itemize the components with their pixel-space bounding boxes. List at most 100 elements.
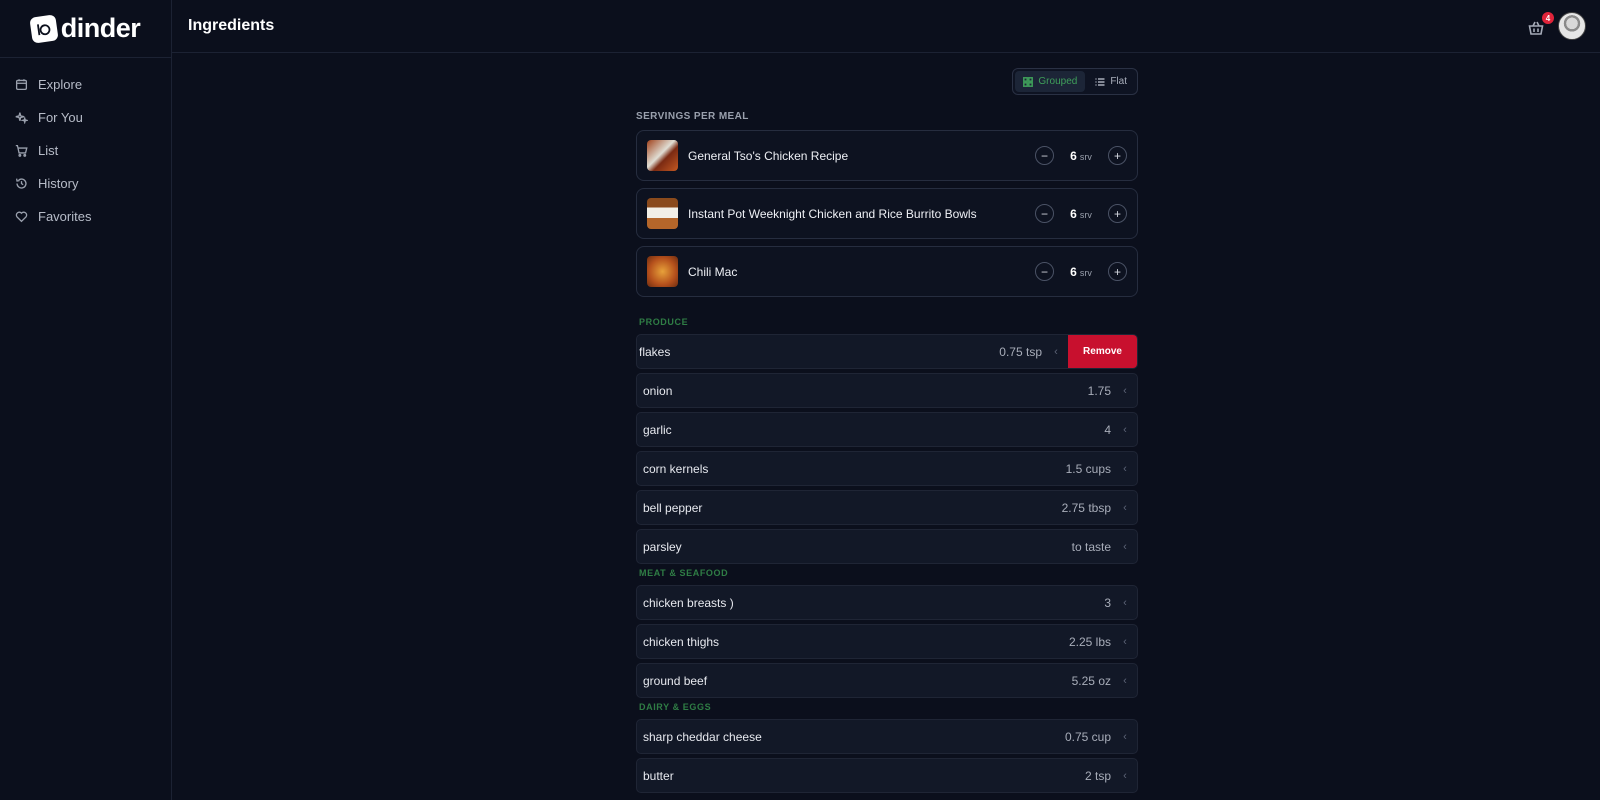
- ingredient-amount: to taste: [1071, 539, 1111, 554]
- increase-servings-button[interactable]: +: [1108, 204, 1127, 223]
- decrease-servings-button[interactable]: −: [1035, 146, 1054, 165]
- decrease-servings-button[interactable]: −: [1035, 262, 1054, 281]
- chevron-left-icon: ‹: [1054, 345, 1058, 358]
- category-label-produce: PRODUCE: [639, 317, 689, 327]
- ingredient-row[interactable]: garlic 4 ‹: [636, 412, 1138, 447]
- ingredient-row[interactable]: onion 1.75 ‹: [636, 373, 1138, 408]
- ingredient-name: sharp cheddar cheese: [643, 729, 762, 744]
- servings-value: 6 srv: [1062, 149, 1100, 163]
- ingredient-name: chicken breasts ): [643, 595, 734, 610]
- flat-label: Flat: [1110, 76, 1127, 87]
- ingredients-panel: Grouped Flat SERVINGS PER MEAL General T…: [636, 68, 1138, 797]
- remove-ingredient-button[interactable]: Remove: [1068, 335, 1137, 368]
- chevron-left-icon: ‹: [1123, 596, 1127, 609]
- ingredient-amount: 4: [1104, 422, 1111, 437]
- brand-name: dinder: [60, 13, 141, 43]
- servings-stepper: − 6 srv +: [1035, 204, 1127, 223]
- servings-count: 6: [1070, 264, 1077, 279]
- ingredient-amount: 1.75: [1087, 383, 1111, 398]
- ingredient-row[interactable]: chicken thighs 2.25 lbs ‹: [636, 624, 1138, 659]
- ingredient-row[interactable]: butter 2 tsp ‹: [636, 758, 1138, 793]
- ingredient-amount: 2 tsp: [1084, 768, 1111, 783]
- view-toggle: Grouped Flat: [1012, 68, 1138, 95]
- category-label-meat-seafood: MEAT & SEAFOOD: [639, 568, 729, 578]
- heart-icon: [15, 211, 28, 223]
- sidebar-nav: Explore For You List History Favorites: [0, 58, 171, 233]
- chevron-left-icon: ‹: [1123, 423, 1127, 436]
- recipe-name: Chili Mac: [688, 264, 738, 279]
- view-toggle-wrap: Grouped Flat: [636, 68, 1138, 95]
- recipe-thumbnail: [647, 256, 678, 287]
- recipe-thumbnail: [647, 140, 678, 171]
- recipe-name: Instant Pot Weeknight Chicken and Rice B…: [688, 206, 977, 221]
- ingredient-row[interactable]: sharp cheddar cheese 0.75 cup ‹: [636, 719, 1138, 754]
- recipe-thumbnail: [647, 198, 678, 229]
- chevron-left-icon: ‹: [1123, 540, 1127, 553]
- ingredient-row[interactable]: bell pepper 2.75 tbsp ‹: [636, 490, 1138, 525]
- servings-stepper: − 6 srv +: [1035, 262, 1127, 281]
- sidebar: dinder Explore For You List History Favo…: [0, 0, 172, 800]
- serving-card: Chili Mac − 6 srv +: [636, 246, 1138, 297]
- sparkles-icon: [15, 112, 28, 124]
- sidebar-item-label: Explore: [38, 77, 83, 92]
- grouped-view-button[interactable]: Grouped: [1015, 71, 1086, 92]
- chevron-left-icon: ‹: [1123, 384, 1127, 397]
- serving-card: General Tso's Chicken Recipe − 6 srv +: [636, 130, 1138, 181]
- ingredient-name: bell pepper: [643, 500, 703, 515]
- decrease-servings-button[interactable]: −: [1035, 204, 1054, 223]
- servings-count: 6: [1070, 148, 1077, 163]
- cart-icon: [15, 144, 28, 157]
- ingredient-amount: 0.75 cup: [1064, 729, 1111, 744]
- sidebar-item-label: Favorites: [38, 209, 92, 224]
- top-bar: Ingredients 4: [172, 0, 1600, 53]
- ingredient-amount: 0.75 tsp: [999, 344, 1042, 359]
- ingredient-amount: 5.25 oz: [1071, 673, 1111, 688]
- servings-section-label: SERVINGS PER MEAL: [636, 111, 749, 122]
- grouped-label: Grouped: [1038, 76, 1078, 87]
- sidebar-item-for-you[interactable]: For You: [0, 101, 171, 134]
- ingredient-name: ground beef: [643, 673, 708, 688]
- cart-button[interactable]: 4: [1528, 12, 1554, 35]
- sidebar-item-history[interactable]: History: [0, 167, 171, 200]
- cart-count-badge: 4: [1542, 12, 1554, 24]
- servings-stepper: − 6 srv +: [1035, 146, 1127, 165]
- grid-icon: [1023, 76, 1034, 87]
- ingredient-row[interactable]: ground beef 5.25 oz ‹: [636, 663, 1138, 698]
- increase-servings-button[interactable]: +: [1108, 146, 1127, 165]
- ingredient-amount: 2.75 tbsp: [1061, 500, 1111, 515]
- ingredient-name: onion: [643, 383, 673, 398]
- chevron-left-icon: ‹: [1123, 769, 1127, 782]
- servings-count: 6: [1070, 206, 1077, 221]
- recipe-name: General Tso's Chicken Recipe: [688, 148, 849, 163]
- ingredient-name: butter: [643, 768, 674, 783]
- basket-icon: [1528, 21, 1544, 35]
- ingredient-amount: 2.25 lbs: [1068, 634, 1111, 649]
- sidebar-item-list[interactable]: List: [0, 134, 171, 167]
- servings-value: 6 srv: [1062, 265, 1100, 279]
- calendar-icon: [15, 79, 28, 91]
- plate-icon: [29, 13, 59, 44]
- user-avatar[interactable]: [1558, 12, 1586, 40]
- ingredient-row[interactable]: corn kernels 1.5 cups ‹: [636, 451, 1138, 486]
- list-icon: [1095, 77, 1105, 86]
- ingredient-row[interactable]: parsley to taste ‹: [636, 529, 1138, 564]
- increase-servings-button[interactable]: +: [1108, 262, 1127, 281]
- sidebar-item-favorites[interactable]: Favorites: [0, 200, 171, 233]
- servings-unit: srv: [1079, 151, 1092, 162]
- ingredient-name: corn kernels: [643, 461, 709, 476]
- servings-unit: srv: [1079, 209, 1092, 220]
- ingredient-row[interactable]: chicken breasts ) 3 ‹: [636, 585, 1138, 620]
- chevron-left-icon: ‹: [1123, 462, 1127, 475]
- serving-card: Instant Pot Weeknight Chicken and Rice B…: [636, 188, 1138, 239]
- brand-logo[interactable]: dinder: [0, 0, 171, 58]
- ingredient-row[interactable]: flakes 0.75 tsp ‹ Remove: [636, 334, 1138, 369]
- flat-view-button[interactable]: Flat: [1087, 71, 1135, 92]
- sidebar-item-label: List: [38, 143, 59, 158]
- page-title: Ingredients: [188, 17, 275, 34]
- sidebar-item-explore[interactable]: Explore: [0, 68, 171, 101]
- ingredient-amount: 1.5 cups: [1065, 461, 1111, 476]
- ingredient-name: parsley: [643, 539, 682, 554]
- category-label-dairy-eggs: DAIRY & EGGS: [639, 702, 712, 712]
- chevron-left-icon: ‹: [1123, 501, 1127, 514]
